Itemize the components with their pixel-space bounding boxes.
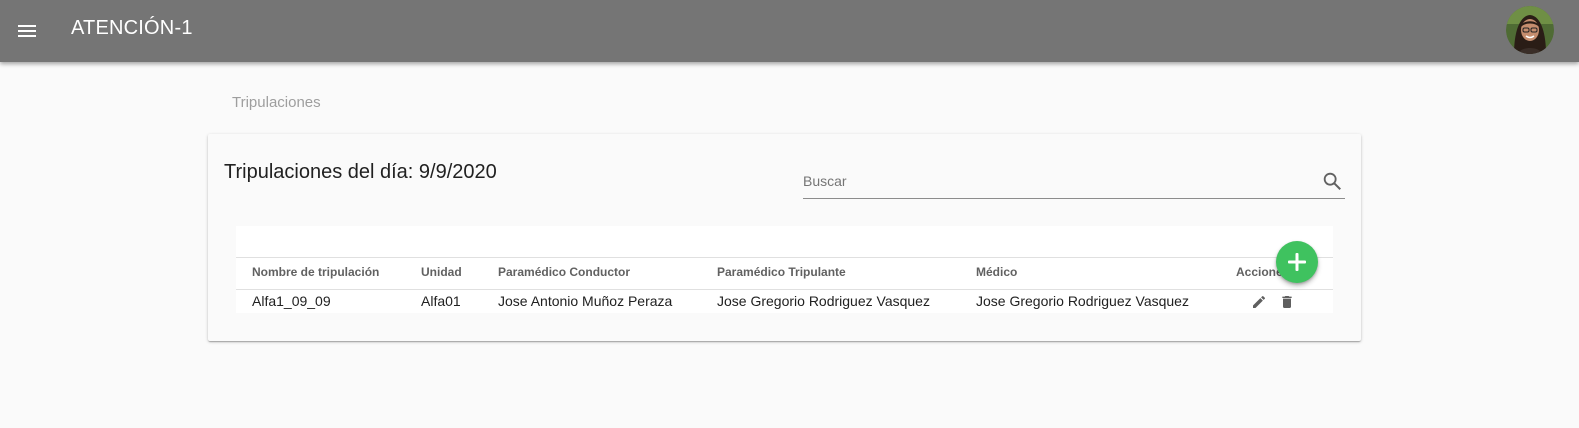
column-header-unit[interactable]: Unidad <box>421 265 462 279</box>
card-title: Tripulaciones del día: 9/9/2020 <box>224 161 497 183</box>
crews-table: Nombre de tripulación Unidad Paramédico … <box>236 226 1333 313</box>
edit-icon[interactable] <box>1251 294 1267 310</box>
app-title: ATENCIÓN-1 <box>71 17 193 39</box>
search-field <box>803 167 1345 199</box>
column-header-doctor[interactable]: Médico <box>976 265 1017 279</box>
column-header-crew-paramedic[interactable]: Paramédico Tripulante <box>717 265 846 279</box>
cell-crew-paramedic: Jose Gregorio Rodriguez Vasquez <box>717 293 930 309</box>
add-icon <box>1288 253 1306 271</box>
menu-icon <box>18 25 36 37</box>
cell-crew-name: Alfa1_09_09 <box>252 293 331 309</box>
search-icon[interactable] <box>1321 170 1343 192</box>
delete-icon[interactable] <box>1279 294 1295 310</box>
search-input[interactable] <box>803 167 1303 195</box>
breadcrumb: Tripulaciones <box>232 94 321 111</box>
cell-driver: Jose Antonio Muñoz Peraza <box>498 293 673 309</box>
add-crew-button[interactable] <box>1276 241 1318 283</box>
table-row: Alfa1_09_09 Alfa01 Jose Antonio Muñoz Pe… <box>236 290 1333 313</box>
cell-doctor: Jose Gregorio Rodriguez Vasquez <box>976 293 1189 309</box>
app-bar: ATENCIÓN-1 <box>0 0 1579 62</box>
column-header-driver[interactable]: Paramédico Conductor <box>498 265 630 279</box>
user-avatar[interactable] <box>1506 6 1554 54</box>
cell-unit: Alfa01 <box>421 293 461 309</box>
table-toolbar <box>236 226 1333 258</box>
column-header-name[interactable]: Nombre de tripulación <box>252 265 379 279</box>
menu-button[interactable] <box>8 12 46 50</box>
crews-card: Tripulaciones del día: 9/9/2020 Nombre d… <box>208 134 1361 341</box>
table-header-row: Nombre de tripulación Unidad Paramédico … <box>236 258 1333 290</box>
